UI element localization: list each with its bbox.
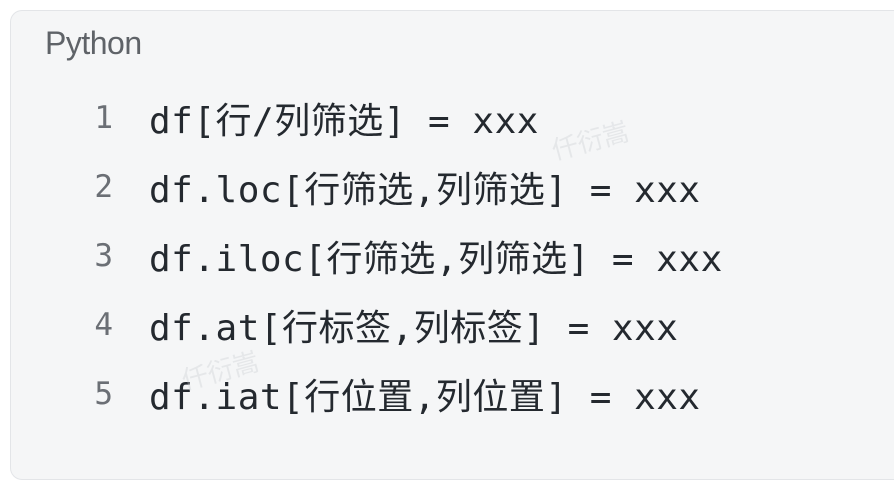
code-line: 3 df.iloc[行筛选,列筛选] = xxx [11, 221, 723, 290]
line-code[interactable]: df.iloc[行筛选,列筛选] = xxx [149, 230, 723, 282]
code-line: 4 df.at[行标签,列标签] = xxx [11, 290, 723, 359]
line-number: 2 [94, 168, 113, 205]
line-code[interactable]: df.loc[行筛选,列筛选] = xxx [149, 161, 701, 213]
line-code[interactable]: df[行/列筛选] = xxx [149, 92, 539, 144]
line-number: 1 [94, 99, 113, 136]
code-line: 5 df.iat[行位置,列位置] = xxx [11, 359, 723, 428]
code-block: Python 1 df[行/列筛选] = xxx 2 df.loc[行筛选,列筛… [10, 10, 894, 480]
line-number: 4 [94, 306, 113, 343]
line-code[interactable]: df.iat[行位置,列位置] = xxx [149, 368, 701, 420]
code-lines: 1 df[行/列筛选] = xxx 2 df.loc[行筛选,列筛选] = xx… [11, 83, 723, 428]
code-line: 2 df.loc[行筛选,列筛选] = xxx [11, 152, 723, 221]
code-line: 1 df[行/列筛选] = xxx [11, 83, 723, 152]
line-number: 5 [94, 375, 113, 412]
language-label: Python [45, 25, 142, 61]
line-code[interactable]: df.at[行标签,列标签] = xxx [149, 299, 678, 351]
line-number: 3 [94, 237, 113, 274]
